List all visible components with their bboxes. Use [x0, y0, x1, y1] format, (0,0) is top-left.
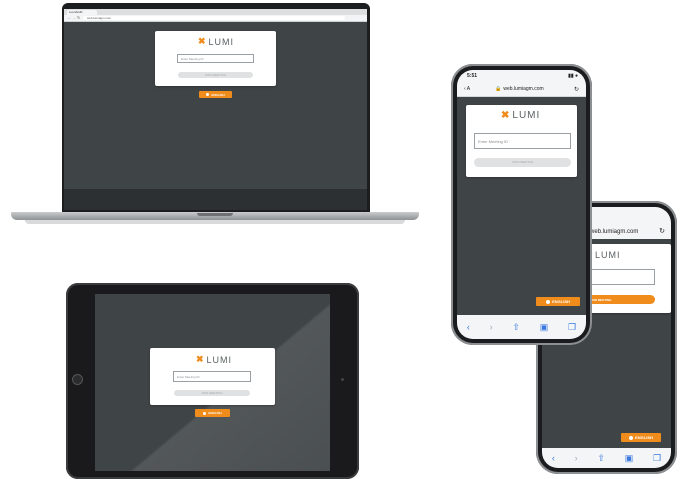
browser-address-row: ← → ↻ web.lumiagm.com [64, 15, 367, 22]
language-label: ENGLISH [211, 92, 225, 97]
globe-icon [629, 435, 634, 440]
address-text[interactable]: web.lumiagm.com [503, 86, 543, 92]
language-button[interactable]: ENGLISH [536, 297, 580, 306]
lumi-logo-text: LUMI [512, 110, 541, 121]
laptop-screen: LumiAGM ← → ↻ web.lumiagm.com ✖ LUMI Ent… [64, 9, 367, 210]
lumi-logo-text: LUMI [595, 250, 621, 260]
bookmarks-icon[interactable]: ▣ [625, 453, 634, 464]
x-logo-icon: ✖ [501, 110, 511, 121]
meeting-id-input[interactable]: Enter Meeting ID [173, 371, 251, 382]
language-button[interactable]: ENGLISH [621, 433, 661, 442]
phone-back-toolbar: ‹ › ⇧ ▣ ❐ [542, 448, 671, 468]
globe-icon [546, 299, 551, 304]
join-meeting-button-active[interactable]: JOIN MEETING [588, 295, 655, 304]
join-meeting-button[interactable]: JOIN MEETING [178, 72, 253, 78]
forward-icon[interactable]: › [575, 453, 578, 463]
meeting-id-input[interactable] [588, 269, 655, 285]
lumi-logo: ✖ LUMI [196, 354, 232, 365]
language-label: ENGLISH [208, 411, 222, 415]
tablet-screen: ✖ LUMI Enter Meeting ID JOIN MEETING ENG… [95, 294, 330, 471]
screen-shade [64, 189, 367, 210]
tablet-camera [341, 378, 344, 381]
forward-icon[interactable]: › [490, 322, 493, 332]
tabs-icon[interactable]: ❐ [653, 453, 661, 464]
share-icon[interactable]: ⇧ [597, 453, 605, 464]
join-meeting-button[interactable]: JOIN MEETING [174, 390, 250, 396]
x-logo-icon: ✖ [196, 354, 205, 364]
lumi-logo: ✖ LUMI [198, 36, 234, 47]
forward-icon[interactable]: → [72, 15, 76, 21]
meeting-id-input[interactable]: Enter Meeting ID [177, 54, 254, 63]
share-icon[interactable]: ⇧ [512, 322, 520, 333]
lumi-logo: ✖ LUMI [501, 110, 540, 121]
globe-icon [206, 93, 210, 96]
reload-icon[interactable]: ↻ [77, 15, 80, 21]
signal-icon: ▮▮ ● [568, 73, 578, 79]
lumi-logo-text: LUMI [208, 36, 235, 47]
laptop-shadow [25, 220, 405, 224]
back-icon[interactable]: ‹ [552, 453, 555, 463]
language-button[interactable]: ENGLISH [199, 91, 232, 98]
back-icon[interactable]: ‹ [467, 322, 470, 332]
address-bar[interactable]: web.lumiagm.com [83, 16, 345, 20]
language-label: ENGLISH [635, 435, 653, 440]
language-button[interactable]: ENGLISH [195, 409, 230, 417]
meeting-id-input[interactable]: Enter Meeting ID [474, 133, 571, 149]
language-label: ENGLISH [552, 299, 570, 304]
laptop-base-notch [197, 213, 233, 216]
reload-icon[interactable]: ↻ [659, 227, 665, 235]
lumi-logo: LUMI [595, 250, 621, 260]
x-logo-icon: ✖ [198, 36, 207, 46]
bookmarks-icon[interactable]: ▣ [540, 322, 549, 333]
back-icon[interactable]: ← [67, 15, 71, 21]
join-meeting-button[interactable]: JOIN MEETING [474, 158, 571, 167]
lumi-logo-text: LUMI [206, 354, 233, 365]
phone-status-bar: 5:51 ▮▮ ● [457, 70, 586, 82]
phone-front-screen: 5:51 ▮▮ ● ‹ A 🔒 web.lumiagm.com ↻ ✖ LUMI… [457, 70, 586, 339]
address-text[interactable]: web.lumiagm.com [590, 229, 638, 235]
phone-front-toolbar: ‹ › ⇧ ▣ ❐ [457, 315, 586, 339]
tabs-icon[interactable]: ❐ [568, 322, 576, 333]
status-time: 5:51 [467, 73, 478, 79]
back-label[interactable]: ‹ A [464, 86, 470, 92]
phone-address-row: ‹ A 🔒 web.lumiagm.com ↻ [457, 82, 586, 97]
globe-icon [203, 411, 207, 415]
tablet-home-button[interactable] [72, 374, 83, 385]
reload-icon[interactable]: ↻ [574, 86, 579, 93]
lock-icon: 🔒 [495, 86, 502, 92]
